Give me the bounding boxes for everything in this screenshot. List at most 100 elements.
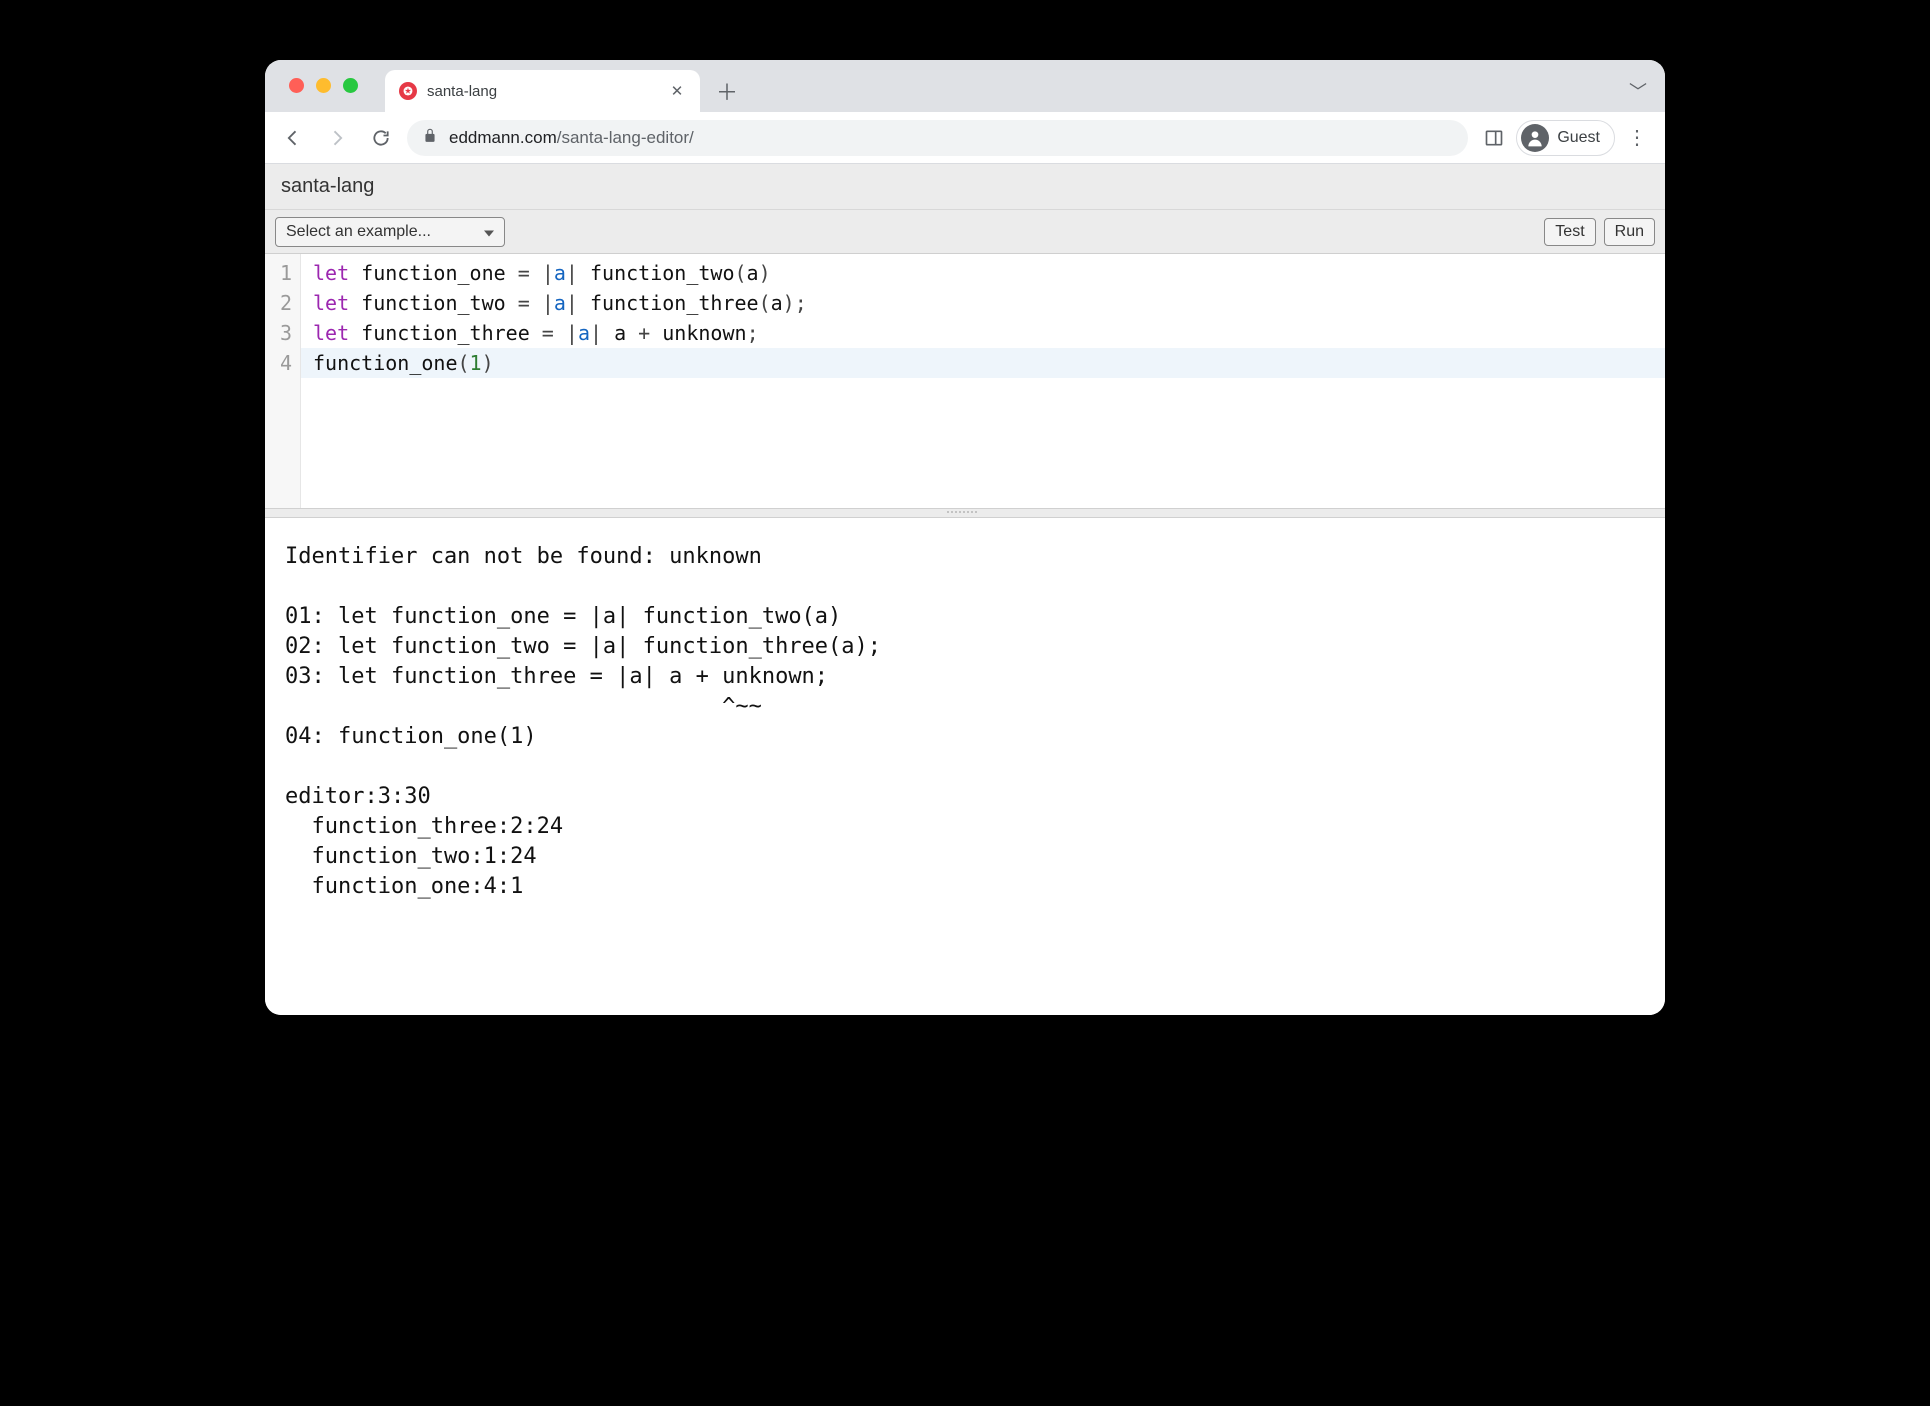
avatar-icon (1521, 124, 1549, 152)
app-root: santa-lang Select an example... Test Run… (265, 164, 1665, 1015)
window-minimize-button[interactable] (316, 78, 331, 93)
token-punc: ; (795, 291, 807, 315)
token-fn: function_three (361, 321, 530, 345)
token-punc: = (542, 321, 554, 345)
token-punc: + (638, 321, 650, 345)
tab-close-button[interactable]: ✕ (668, 82, 686, 100)
token-fn: function_two (361, 291, 506, 315)
new-tab-button[interactable]: ＋ (710, 74, 744, 108)
token-punc: | (590, 321, 602, 345)
profile-badge[interactable]: Guest (1516, 120, 1615, 156)
token-sp (530, 261, 542, 285)
line-number: 3 (269, 318, 292, 348)
token-param: a (554, 261, 566, 285)
token-sp (578, 261, 590, 285)
url-host: eddmann.com (449, 128, 557, 147)
lock-icon (423, 127, 437, 148)
window-controls (289, 78, 358, 93)
token-punc: | (566, 291, 578, 315)
browser-tabstrip: ✪ santa-lang ✕ ＋ ﹀ (265, 60, 1665, 112)
token-punc: ( (759, 291, 771, 315)
token-punc: = (518, 261, 530, 285)
browser-window: ✪ santa-lang ✕ ＋ ﹀ eddmann.com/santa-lan… (265, 60, 1665, 1015)
token-punc: ) (759, 261, 771, 285)
tab-favicon-glyph: ✪ (403, 85, 412, 98)
side-panel-icon[interactable] (1476, 120, 1512, 156)
browser-toolbar: eddmann.com/santa-lang-editor/ Guest ⋮ (265, 112, 1665, 164)
code-editor[interactable]: 1234 let function_one = |a| function_two… (265, 254, 1665, 508)
code-line[interactable]: function_one(1) (301, 348, 1665, 378)
app-toolbar: Select an example... Test Run (265, 210, 1665, 254)
token-param: a (554, 291, 566, 315)
token-punc: | (542, 261, 554, 285)
pane-divider[interactable] (265, 508, 1665, 518)
window-close-button[interactable] (289, 78, 304, 93)
token-sp (554, 321, 566, 345)
token-punc: ( (735, 261, 747, 285)
line-number: 4 (269, 348, 292, 378)
divider-grip-icon (947, 511, 983, 515)
example-select-label: Select an example... (286, 223, 431, 241)
token-param: a (578, 321, 590, 345)
tabs-overflow-button[interactable]: ﹀ (1629, 78, 1647, 104)
example-select[interactable]: Select an example... (275, 217, 505, 247)
output-pane: Identifier can not be found: unknown 01:… (265, 518, 1665, 1015)
token-let: let (313, 321, 349, 345)
url-text: eddmann.com/santa-lang-editor/ (449, 128, 694, 148)
token-punc: = (518, 291, 530, 315)
line-number: 1 (269, 258, 292, 288)
app-title-bar: santa-lang (265, 164, 1665, 210)
token-sp (602, 321, 614, 345)
nav-back-button[interactable] (275, 120, 311, 156)
profile-label: Guest (1557, 129, 1600, 147)
token-let: let (313, 261, 349, 285)
token-fn: function_one (313, 351, 458, 375)
code-line[interactable]: let function_one = |a| function_two(a) (313, 258, 1665, 288)
token-fn: a (747, 261, 759, 285)
token-fn: a (771, 291, 783, 315)
tabs-container: ✪ santa-lang ✕ ＋ (385, 60, 744, 112)
run-button[interactable]: Run (1604, 218, 1655, 246)
token-fn: function_three (590, 291, 759, 315)
address-bar[interactable]: eddmann.com/santa-lang-editor/ (407, 120, 1468, 156)
page-title: santa-lang (281, 175, 374, 198)
token-punc: ) (783, 291, 795, 315)
token-sp (349, 261, 361, 285)
token-sp (578, 291, 590, 315)
token-sp (530, 291, 542, 315)
window-maximize-button[interactable] (343, 78, 358, 93)
token-sp (349, 321, 361, 345)
token-let: let (313, 291, 349, 315)
token-punc: ) (482, 351, 494, 375)
test-button[interactable]: Test (1544, 218, 1595, 246)
tab-favicon: ✪ (399, 82, 417, 100)
token-punc: | (566, 261, 578, 285)
token-sp (626, 321, 638, 345)
line-number: 2 (269, 288, 292, 318)
token-punc: | (542, 291, 554, 315)
token-sp (530, 321, 542, 345)
nav-forward-button[interactable] (319, 120, 355, 156)
token-sp (506, 261, 518, 285)
editor-gutter: 1234 (265, 254, 301, 508)
browser-right-controls: Guest ⋮ (1476, 120, 1655, 156)
token-punc: ; (747, 321, 759, 345)
token-fn: unknown (662, 321, 746, 345)
token-punc: ( (458, 351, 470, 375)
tab-title: santa-lang (427, 83, 658, 100)
token-fn: a (614, 321, 626, 345)
url-path: /santa-lang-editor/ (557, 128, 694, 147)
token-fn: function_two (590, 261, 735, 285)
token-num: 1 (470, 351, 482, 375)
browser-tab-active[interactable]: ✪ santa-lang ✕ (385, 70, 700, 112)
token-sp (650, 321, 662, 345)
code-line[interactable]: let function_two = |a| function_three(a)… (313, 288, 1665, 318)
browser-menu-button[interactable]: ⋮ (1619, 120, 1655, 156)
editor-code-area[interactable]: let function_one = |a| function_two(a)le… (301, 254, 1665, 508)
token-sp (349, 291, 361, 315)
token-punc: | (566, 321, 578, 345)
token-sp (506, 291, 518, 315)
code-line[interactable]: let function_three = |a| a + unknown; (313, 318, 1665, 348)
nav-reload-button[interactable] (363, 120, 399, 156)
token-fn: function_one (361, 261, 506, 285)
